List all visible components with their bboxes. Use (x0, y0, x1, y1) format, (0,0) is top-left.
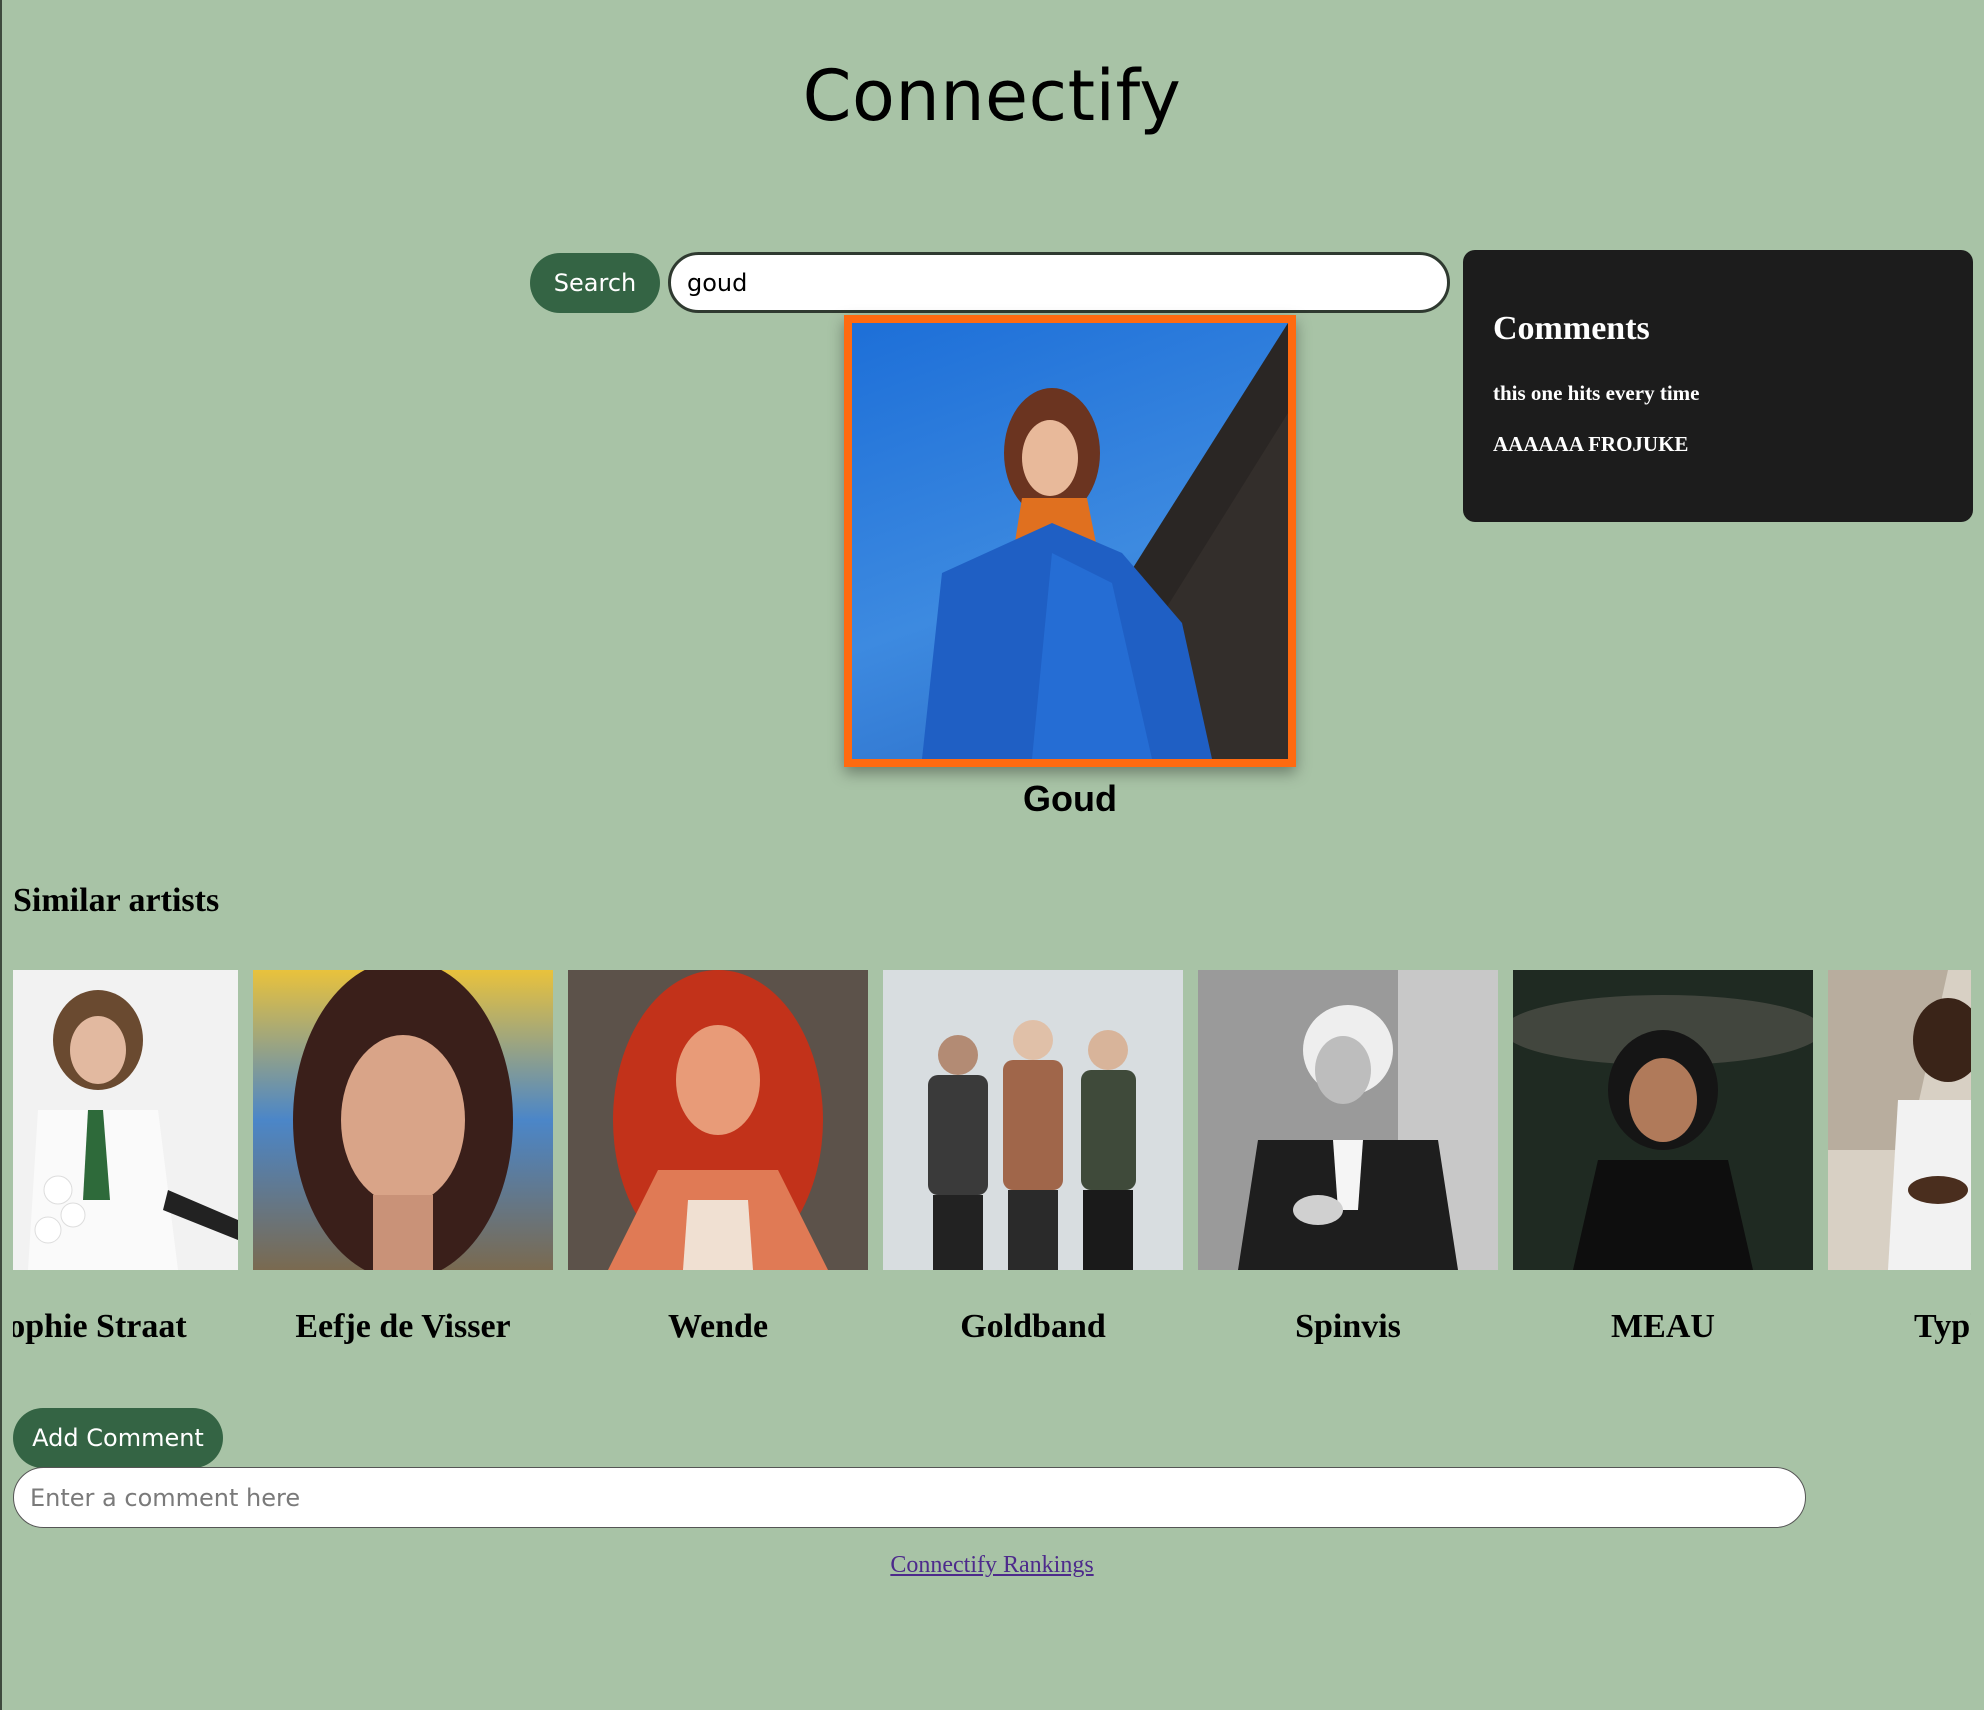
artist-photo-illustration (1513, 970, 1813, 1270)
similar-artist-photo (1513, 970, 1813, 1270)
artist-photo-illustration (922, 323, 1288, 759)
similar-artist-card[interactable]: Eefje de Visser (253, 968, 553, 1358)
artist-photo-illustration (568, 970, 868, 1270)
artist-name: Goud (1023, 778, 1117, 819)
search-button[interactable]: Search (530, 253, 660, 313)
artist-photo-illustration (13, 970, 238, 1270)
similar-artist-name: Typhoon (1914, 1308, 1971, 1345)
comments-title: Comments (1493, 310, 1650, 347)
similar-artist-name: Eefje de Visser (295, 1308, 511, 1345)
search-input[interactable] (668, 252, 1450, 313)
artist-photo-illustration (253, 970, 553, 1270)
similar-artist-photo (1828, 970, 1971, 1270)
comments-panel: Comments this one hits every time AAAAAA… (1463, 250, 1973, 522)
similar-artist-name: MEAU (1611, 1308, 1715, 1345)
similar-artist-card[interactable]: Typhoon (1828, 968, 1971, 1358)
similar-artist-photo (13, 970, 238, 1270)
similar-artist-photo (568, 970, 868, 1270)
similar-artists-carousel[interactable]: Sophie Straat Eefje de Visser (13, 968, 1971, 1358)
similar-artist-card[interactable]: Sophie Straat (13, 968, 238, 1358)
footer-links: Connectify Rankings (0, 1552, 1984, 1579)
rankings-link[interactable]: Connectify Rankings (890, 1552, 1093, 1578)
similar-artists-heading: Similar artists (13, 882, 220, 919)
artist-photo-illustration (883, 970, 1183, 1270)
similar-artist-name: Wende (667, 1308, 769, 1345)
similar-artist-card[interactable]: MEAU (1513, 968, 1813, 1358)
similar-artist-name: Sophie Straat (13, 1308, 187, 1345)
similar-artist-photo (1198, 970, 1498, 1270)
similar-artist-card[interactable]: Goldband (883, 968, 1183, 1358)
similar-artist-card[interactable]: Wende (568, 968, 868, 1358)
similar-artist-card[interactable]: Spinvis (1198, 968, 1498, 1358)
artist-image (844, 315, 1296, 767)
app-title: Connectify (802, 55, 1182, 137)
artist-photo-illustration (1828, 970, 1971, 1270)
add-comment-button[interactable]: Add Comment (13, 1408, 223, 1468)
similar-artist-photo (883, 970, 1183, 1270)
similar-artist-name: Goldband (960, 1308, 1106, 1345)
page-border (0, 0, 2, 1710)
artist-photo-illustration (1198, 970, 1498, 1270)
comment-input[interactable] (13, 1467, 1806, 1528)
comment-item: AAAAAA FROJUKE (1493, 432, 1689, 456)
similar-artist-photo (253, 970, 553, 1270)
comment-item: this one hits every time (1493, 381, 1700, 405)
similar-artist-name: Spinvis (1295, 1308, 1401, 1345)
